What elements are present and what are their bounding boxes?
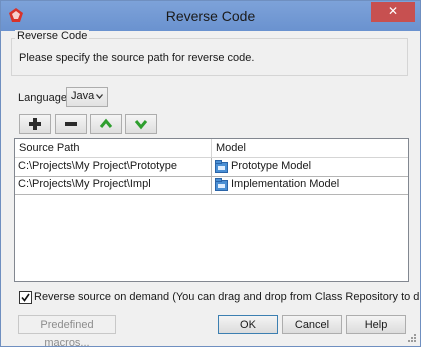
resize-grip-icon[interactable] <box>407 333 416 342</box>
move-down-button[interactable] <box>125 114 157 134</box>
minus-icon <box>65 122 77 126</box>
column-header-source-path[interactable]: Source Path <box>15 139 212 158</box>
language-value: Java <box>71 90 95 102</box>
predefined-macros-button[interactable]: Predefined macros... <box>18 315 116 346</box>
checkmark-icon <box>21 293 30 302</box>
model-cell[interactable]: Prototype Model <box>212 158 408 176</box>
column-header-model[interactable]: Model <box>212 139 408 158</box>
language-select[interactable]: Java <box>66 87 108 107</box>
move-up-button[interactable] <box>90 114 122 134</box>
cancel-button[interactable]: Cancel <box>282 315 342 334</box>
arrow-down-icon <box>134 120 148 130</box>
chevron-down-icon <box>96 94 103 99</box>
reverse-on-demand-label[interactable]: Reverse source on demand (You can drag a… <box>34 291 420 303</box>
remove-path-button[interactable] <box>55 114 87 134</box>
group-legend: Reverse Code <box>15 30 90 42</box>
source-path-table[interactable]: Source Path Model C:\Projects\My Project… <box>14 138 409 282</box>
ok-button[interactable]: OK <box>218 315 278 334</box>
close-button[interactable]: ✕ <box>371 2 415 22</box>
source-path-cell[interactable]: C:\Projects\My Project\Impl <box>15 176 212 194</box>
help-button[interactable]: Help <box>346 315 406 334</box>
source-path-cell[interactable]: C:\Projects\My Project\Prototype <box>15 158 212 176</box>
table-row[interactable]: C:\Projects\My Project\Impl Implementati… <box>15 176 408 195</box>
title-bar[interactable]: Reverse Code ✕ <box>1 1 420 31</box>
add-path-button[interactable] <box>19 114 51 134</box>
plus-icon <box>29 118 41 130</box>
reverse-code-dialog: Reverse Code ✕ Reverse Code Please speci… <box>0 0 421 347</box>
model-name: Implementation Model <box>231 178 340 190</box>
arrow-up-icon <box>99 118 113 128</box>
reverse-on-demand-checkbox[interactable] <box>19 291 32 304</box>
model-name: Prototype Model <box>231 160 312 172</box>
group-description: Please specify the source path for rever… <box>19 52 255 64</box>
model-icon <box>215 178 228 191</box>
language-label: Language: <box>18 92 70 104</box>
model-cell[interactable]: Implementation Model <box>212 176 408 194</box>
table-row[interactable]: C:\Projects\My Project\Prototype Prototy… <box>15 158 408 177</box>
model-icon <box>215 160 228 173</box>
window-title: Reverse Code <box>165 8 256 24</box>
